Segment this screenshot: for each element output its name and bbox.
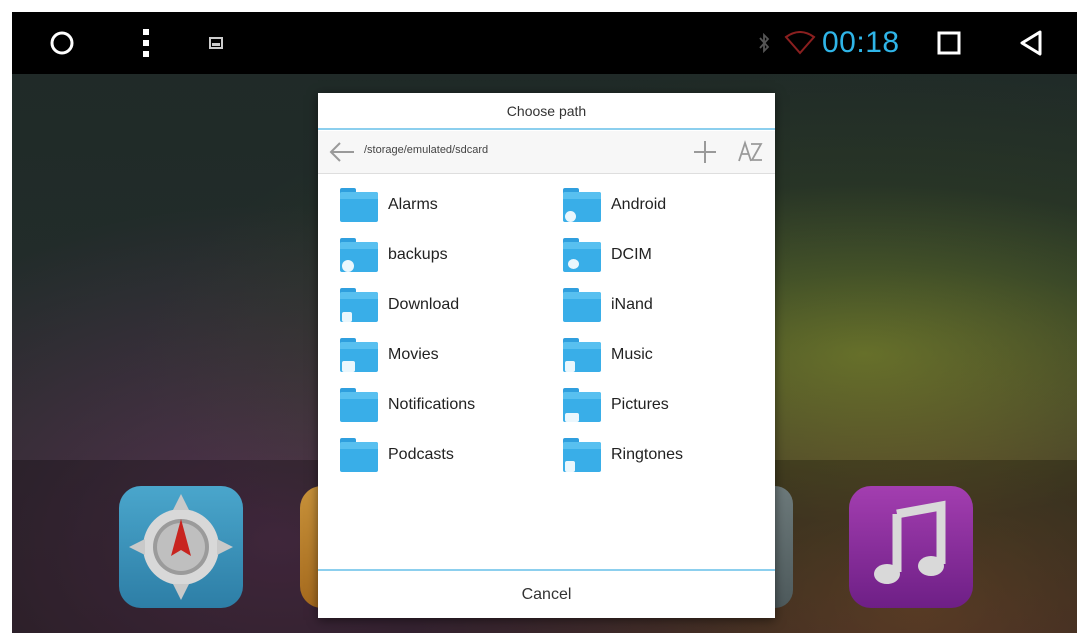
folder-label: Movies xyxy=(388,346,439,363)
folder-icon xyxy=(563,288,601,322)
folder-label: Android xyxy=(611,196,667,213)
folder-video-icon xyxy=(340,338,378,372)
folder-settings-icon xyxy=(563,188,601,222)
folder-item-inand[interactable]: iNand xyxy=(563,283,653,327)
folder-image-icon xyxy=(563,388,601,422)
status-bar: 00:18 xyxy=(12,12,1077,74)
compass-icon xyxy=(129,494,233,600)
more-vertical-icon[interactable] xyxy=(134,12,158,74)
title-divider xyxy=(318,128,775,130)
folder-download-icon xyxy=(340,288,378,322)
folder-item-ringtones[interactable]: Ringtones xyxy=(563,433,683,477)
folder-label: DCIM xyxy=(611,246,652,263)
folder-label: backups xyxy=(388,246,448,263)
folder-item-music[interactable]: Music xyxy=(563,333,653,377)
folder-label: Notifications xyxy=(388,396,476,413)
clock-time: 00:18 xyxy=(822,26,900,59)
bluetooth-icon xyxy=(756,12,772,74)
cancel-button[interactable]: Cancel xyxy=(318,571,775,618)
folder-label: Download xyxy=(388,296,460,313)
sort-az-icon[interactable] xyxy=(736,139,764,165)
wifi-icon xyxy=(782,12,818,74)
folder-music-icon xyxy=(563,338,601,372)
folder-item-notifications[interactable]: Notifications xyxy=(340,383,475,427)
folder-item-android[interactable]: Android xyxy=(563,183,666,227)
choose-path-dialog: Choose path /storage/emulated/sdcard Ala… xyxy=(318,93,775,618)
image-notification-icon xyxy=(206,12,226,74)
music-note-icon xyxy=(874,500,946,584)
folder-music-icon xyxy=(563,438,601,472)
folder-backup-icon xyxy=(340,238,378,272)
folder-icon xyxy=(340,188,378,222)
folder-label: Alarms xyxy=(388,196,438,213)
add-folder-icon[interactable] xyxy=(692,139,718,165)
home-circle-icon[interactable] xyxy=(44,12,80,74)
folder-camera-icon xyxy=(563,238,601,272)
folder-item-dcim[interactable]: DCIM xyxy=(563,233,652,277)
folder-icon xyxy=(340,438,378,472)
current-path: /storage/emulated/sdcard xyxy=(364,144,489,156)
folder-item-pictures[interactable]: Pictures xyxy=(563,383,669,427)
app-partial-right[interactable] xyxy=(775,486,793,608)
path-bar: /storage/emulated/sdcard xyxy=(318,131,775,173)
music-app[interactable] xyxy=(849,486,973,608)
dialog-title: Choose path xyxy=(506,103,587,119)
back-triangle-icon[interactable] xyxy=(1016,12,1046,74)
recents-square-icon[interactable] xyxy=(934,12,964,74)
path-divider xyxy=(318,173,775,174)
folder-item-podcasts[interactable]: Podcasts xyxy=(340,433,454,477)
folder-item-alarms[interactable]: Alarms xyxy=(340,183,438,227)
folder-label: Music xyxy=(611,346,653,363)
folder-label: iNand xyxy=(611,296,653,313)
navigation-app[interactable] xyxy=(119,486,243,608)
folder-item-download[interactable]: Download xyxy=(340,283,459,327)
folder-item-backups[interactable]: backups xyxy=(340,233,448,277)
folder-item-movies[interactable]: Movies xyxy=(340,333,439,377)
folder-label: Ringtones xyxy=(611,446,684,463)
android-screen: 00:18 Choose path /storage/emulated/sdca… xyxy=(12,12,1077,633)
folder-label: Podcasts xyxy=(388,446,454,463)
back-arrow-icon[interactable] xyxy=(328,139,356,165)
folder-label: Pictures xyxy=(611,396,669,413)
folder-icon xyxy=(340,388,378,422)
